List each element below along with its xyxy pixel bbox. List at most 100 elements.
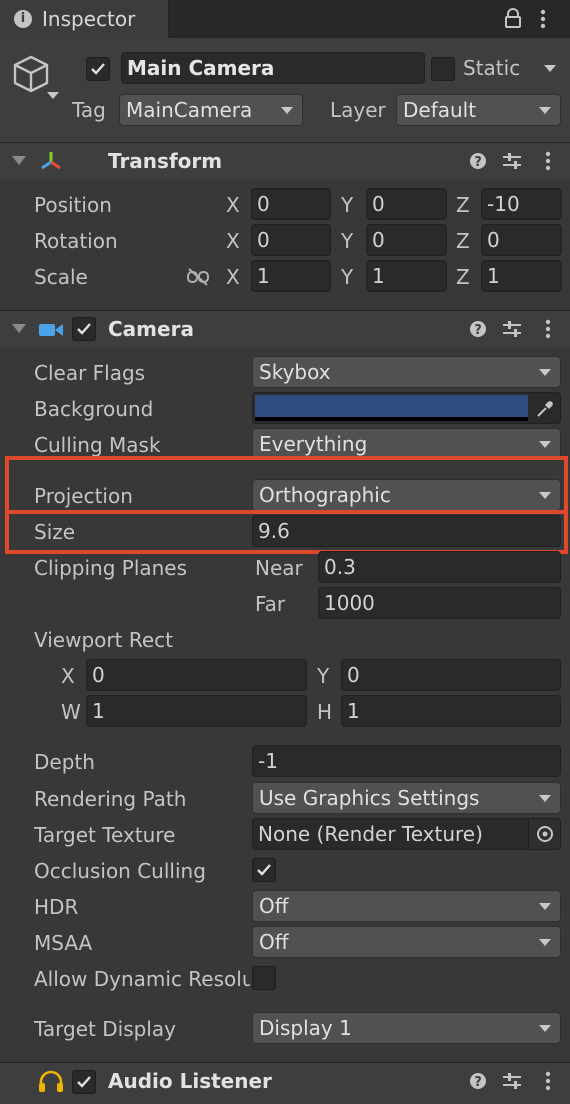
position-label: Position [34,193,112,217]
rotation-label: Rotation [34,229,118,253]
dynamic-resolution-label-clip: Allow Dynamic Resolu [34,967,250,993]
chevron-down-icon [539,903,551,910]
constrain-proportions-icon[interactable] [186,267,210,291]
chevron-down-icon [539,369,551,376]
object-picker-icon[interactable] [528,819,560,849]
chevron-down-icon [539,107,551,114]
eyedropper-icon[interactable] [536,399,554,423]
occlusion-culling-label: Occlusion Culling [34,859,206,883]
msaa-dropdown[interactable]: Off [252,926,561,958]
background-label: Background [34,397,154,421]
far-field[interactable]: 1000 [318,587,561,619]
near-field[interactable]: 0.3 [318,551,561,583]
static-dropdown-arrow[interactable] [544,65,556,72]
viewport-h-label[interactable]: H [317,700,332,724]
far-label[interactable]: Far [255,592,285,616]
clear-flags-label: Clear Flags [34,361,146,385]
msaa-label: MSAA [34,931,93,955]
inspector-tab[interactable]: i Inspector [0,0,169,38]
viewport-y-label[interactable]: Y [317,664,329,688]
audio-listener-title: Audio Listener [108,1069,272,1093]
position-x-field[interactable]: 0 [251,188,331,220]
msaa-value: Off [259,930,289,954]
hdr-dropdown[interactable]: Off [252,890,561,922]
viewport-w-field[interactable]: 1 [86,695,307,727]
chevron-down-icon [539,441,551,448]
target-texture-field[interactable]: None (Render Texture) [252,818,561,850]
viewport-h-field[interactable]: 1 [341,695,561,727]
viewport-w-label[interactable]: W [61,700,81,724]
position-y-label[interactable]: Y [341,193,353,217]
rendering-path-dropdown[interactable]: Use Graphics Settings [252,782,561,814]
viewport-y-field[interactable]: 0 [341,659,561,691]
rendering-path-label: Rendering Path [34,787,187,811]
rotation-x-field[interactable]: 0 [251,224,331,256]
position-z-field[interactable]: -10 [481,188,562,220]
tag-label: Tag [72,98,106,122]
svg-text:?: ? [474,155,482,170]
static-checkbox[interactable] [431,57,455,81]
transform-header[interactable]: Transform ? [0,142,570,179]
scale-x-label[interactable]: X [226,265,240,289]
camera-header[interactable]: Camera ? [0,310,570,347]
dynamic-resolution-checkbox[interactable] [252,966,276,990]
viewport-x-label[interactable]: X [61,664,75,688]
scale-y-label[interactable]: Y [341,265,353,289]
transform-title: Transform [108,149,223,173]
chevron-down-icon [539,795,551,802]
background-color-field[interactable] [252,392,561,424]
layer-dropdown[interactable]: Default [396,94,561,126]
viewport-x-field[interactable]: 0 [86,659,307,691]
target-display-label: Target Display [34,1017,176,1041]
clear-flags-value: Skybox [259,360,331,384]
position-z-label[interactable]: Z [456,193,470,217]
object-name-field[interactable]: Main Camera [121,52,425,84]
occlusion-culling-checkbox[interactable] [252,858,276,882]
camera-icon [38,320,64,344]
audio-listener-checkbox[interactable] [72,1070,96,1094]
rotation-y-label[interactable]: Y [341,229,353,253]
target-texture-value: None (Render Texture) [258,822,483,846]
foldout-arrow-icon[interactable] [12,324,26,333]
position-y-field[interactable]: 0 [366,188,447,220]
rotation-z-label[interactable]: Z [456,229,470,253]
audio-listener-header[interactable]: Audio Listener ? [0,1062,570,1104]
rotation-y-field[interactable]: 0 [366,224,447,256]
kebab-menu-icon[interactable] [540,9,546,34]
rendering-path-value: Use Graphics Settings [259,786,480,810]
clipping-planes-label: Clipping Planes [34,556,188,580]
rotation-z-field[interactable]: 0 [481,224,562,256]
svg-text:?: ? [474,1075,482,1090]
hdr-value: Off [259,894,289,918]
camera-enabled-checkbox[interactable] [72,317,96,341]
cube-icon[interactable] [12,54,50,99]
layer-label: Layer [330,98,386,122]
scale-z-label[interactable]: Z [456,265,470,289]
audio-header-icons: ? [466,1071,556,1098]
chevron-down-icon [539,939,551,946]
tag-value: MainCamera [126,98,253,122]
culling-mask-value: Everything [259,432,368,456]
scale-z-field[interactable]: 1 [481,260,562,292]
near-label[interactable]: Near [255,556,303,580]
rotation-x-label[interactable]: X [226,229,240,253]
scale-x-field[interactable]: 1 [251,260,331,292]
background-color-swatch[interactable] [255,395,528,417]
depth-field[interactable]: -1 [252,745,561,777]
transform-icon [38,150,64,177]
tab-title: Inspector [42,7,136,31]
position-x-label[interactable]: X [226,193,240,217]
foldout-arrow-icon[interactable] [12,156,26,165]
highlight-divider [5,510,568,514]
dynamic-resolution-label: Allow Dynamic Resolu [34,967,250,991]
tag-dropdown[interactable]: MainCamera [119,94,303,126]
viewport-rect-label: Viewport Rect [34,628,173,652]
scale-y-field[interactable]: 1 [366,260,447,292]
icon-dropdown-arrow[interactable] [47,92,59,99]
lock-icon[interactable] [504,8,522,33]
transform-header-icons: ? [466,151,556,178]
target-display-value: Display 1 [259,1016,352,1040]
active-checkbox[interactable] [86,57,110,81]
target-display-dropdown[interactable]: Display 1 [252,1012,561,1044]
clear-flags-dropdown[interactable]: Skybox [252,356,561,388]
